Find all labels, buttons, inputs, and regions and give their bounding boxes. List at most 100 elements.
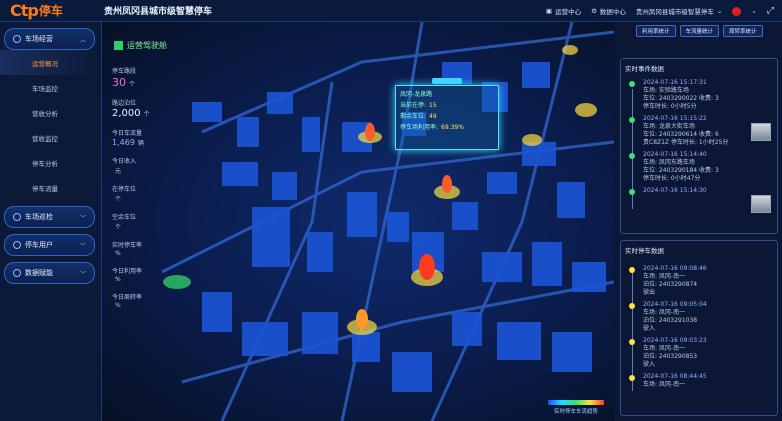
kpi-traffic: 今日车流量 1,469 辆 [112, 128, 172, 147]
event-time: 2024-07-16 15:14:30 [643, 187, 707, 194]
parking-item[interactable]: 2024-07-16 08:44:45 车场: 凤冈-南一 [621, 373, 777, 389]
sidebar-item-overview[interactable]: 运营概况 [0, 50, 101, 75]
user-avatar[interactable] [732, 6, 742, 16]
kpi-value: 2,000 [112, 108, 141, 119]
sidebar: 车场经营 ︿ 运营概况 车场监控 营收分析 营收监控 停车分析 停车流量 车场巡… [0, 22, 102, 421]
event-line: 车场: 实验路车场 [643, 87, 689, 94]
parking-line: 车场: 凤冈-南一 [643, 381, 686, 388]
user-icon [13, 35, 21, 43]
kpi-berths: 路边泊位 2,000 个 [112, 98, 172, 119]
popup-value: 49 [429, 113, 437, 120]
kpi-label: 路边泊位 [112, 100, 137, 107]
events-panel: 实时事件数据 2024-07-16 15:17:31 车场: 实验路车场 车位:… [620, 58, 778, 234]
logo-text: 停车 [38, 4, 63, 18]
event-time: 2024-07-16 15:15:22 [643, 115, 707, 122]
parking-line: 车场: 凤冈-南一 [643, 345, 686, 352]
kpi-unit: % [115, 250, 121, 257]
sidebar-section-operations[interactable]: 车场经营 ︿ [4, 28, 95, 50]
ops-center-label: 运营中心 [555, 8, 582, 16]
sidebar-item-monitor[interactable]: 车场监控 [0, 75, 101, 100]
parking-item[interactable]: 2024-07-16 09:08:46 车场: 凤冈-南一 泊位: 240329… [621, 265, 777, 297]
popup-value: 15 [429, 102, 437, 109]
kpi-unit: 个 [129, 81, 136, 88]
kpi-occupied: 在停车位 个 [112, 184, 172, 203]
event-line: 停车时长: 0小时47分 [643, 175, 701, 182]
popup-label: 当前在停: [400, 102, 427, 109]
tab-label: 车流量统计 [685, 29, 714, 35]
top-actions: ▣ 运营中心 ⚙ 数据中心 贵州凤冈县城市级智慧停车 ⌄ ⌄ ⤢ [546, 0, 774, 22]
chevron-down-icon: ⌄ [716, 7, 723, 15]
kpi-unit: 元 [115, 168, 122, 175]
map-graphics [161, 22, 614, 421]
event-line: 车位: 2403290022 收费: 3 [643, 95, 719, 102]
sidebar-section-label: 车场经营 [25, 35, 53, 43]
sidebar-item-label: 停车流量 [32, 184, 58, 193]
heat-legend: 实时停车车流趋势 [548, 400, 604, 415]
vehicle-photo[interactable] [751, 195, 771, 213]
map-title-text: 运营驾驶舱 [127, 41, 167, 50]
status-dot [629, 189, 635, 195]
kpi-label: 今日周转率 [112, 294, 143, 301]
kpi-label: 今日利用率 [112, 268, 143, 275]
data-center-label: 数据中心 [599, 8, 626, 16]
car-icon [13, 213, 21, 221]
popup-label: 剩余车位: [400, 113, 427, 120]
popup-road-name: 凤冈-龙泉路 [400, 91, 433, 98]
parking-line: 驶入 [643, 361, 656, 368]
events-title: 实时事件数据 [625, 65, 664, 73]
ops-center-link[interactable]: ▣ 运营中心 [546, 6, 581, 16]
kpi-occupancy-rate: 实时停车率 % [112, 240, 172, 257]
region-select[interactable]: 贵州凤冈县城市级智慧停车 ⌄ [636, 6, 722, 16]
kpi-unit: 个 [115, 224, 122, 231]
road-info-popup[interactable]: 凤冈-龙泉路 当前在停: 15 剩余车位: 49 停车场利用率: 69.39% [395, 85, 499, 150]
data-center-link[interactable]: ⚙ 数据中心 [591, 6, 626, 16]
parking-time: 2024-07-16 09:08:46 [643, 265, 707, 272]
tab-turnover[interactable]: 周转率统计 [723, 25, 763, 37]
vehicle-photo[interactable] [751, 123, 771, 141]
parking-title: 实时停车数据 [625, 247, 664, 255]
event-item[interactable]: 2024-07-16 15:14:40 车场: 凤冈东路车场 车位: 24032… [621, 151, 777, 183]
status-dot [629, 303, 635, 309]
app: Ctp 停车 贵州凤冈县城市级智慧停车 ▣ 运营中心 ⚙ 数据中心 贵州凤冈县城… [0, 0, 782, 421]
status-dot [629, 117, 635, 123]
sidebar-item-revenue-analysis[interactable]: 营收分析 [0, 100, 101, 125]
event-item[interactable]: 2024-07-16 15:17:31 车场: 实验路车场 车位: 240329… [621, 79, 777, 111]
parking-item[interactable]: 2024-07-16 09:05:04 车场: 凤冈-南一 泊位: 240329… [621, 301, 777, 333]
status-dot [629, 153, 635, 159]
top-bar: Ctp 停车 贵州凤冈县城市级智慧停车 ▣ 运营中心 ⚙ 数据中心 贵州凤冈县城… [0, 0, 782, 22]
sidebar-item-label: 营收监控 [32, 134, 58, 143]
kpi-unit: % [115, 276, 121, 283]
parking-item[interactable]: 2024-07-16 09:03:23 车场: 凤冈-南一 泊位: 240329… [621, 337, 777, 369]
sidebar-item-label: 营收分析 [32, 109, 58, 118]
sidebar-section-label: 停车用户 [25, 241, 53, 249]
sidebar-item-parking-flow[interactable]: 停车流量 [0, 175, 101, 200]
info-icon [13, 241, 21, 249]
sidebar-section-label: 车场巡检 [25, 213, 53, 221]
popup-value: 69.39% [441, 124, 464, 131]
popup-label: 停车场利用率: [400, 124, 439, 131]
monitor-icon: ▣ [545, 7, 553, 15]
kpi-unit: 辆 [137, 140, 144, 147]
sidebar-section-users[interactable]: 停车用户 ﹀ [4, 234, 95, 256]
event-time: 2024-07-16 15:14:40 [643, 151, 707, 158]
tab-traffic[interactable]: 车流量统计 [679, 25, 720, 37]
parking-line: 驶出 [643, 289, 656, 296]
stat-tabs: 利用率统计 车流量统计 周转率统计 [636, 25, 763, 37]
legend-gradient [548, 400, 604, 405]
data-icon [13, 269, 21, 277]
kpi-value: 30 [112, 76, 126, 89]
tab-label: 周转率统计 [729, 29, 757, 35]
sidebar-item-parking-analysis[interactable]: 停车分析 [0, 150, 101, 175]
sidebar-section-inspection[interactable]: 车场巡检 ﹀ [4, 206, 95, 228]
event-line: 车场: 凤冈东路车场 [643, 159, 695, 166]
city-map[interactable]: 运营驾驶舱 停车路段 30 个 路边泊位 2,000 个 今日车流量 1,469 辆 … [102, 22, 614, 421]
fullscreen-icon[interactable]: ⤢ [767, 6, 774, 16]
tab-utilization[interactable]: 利用率统计 [636, 25, 676, 37]
kpi-unit: 个 [115, 196, 122, 203]
sidebar-section-data[interactable]: 数据赋能 ﹀ [4, 262, 95, 284]
sidebar-item-revenue-monitor[interactable]: 营收监控 [0, 125, 101, 150]
parking-time: 2024-07-16 08:44:45 [643, 373, 707, 380]
event-item[interactable]: 2024-07-16 15:14:30 [621, 187, 777, 195]
parking-line: 车场: 凤冈-南一 [643, 309, 686, 316]
chevron-down-icon: ⌄ [751, 7, 757, 15]
